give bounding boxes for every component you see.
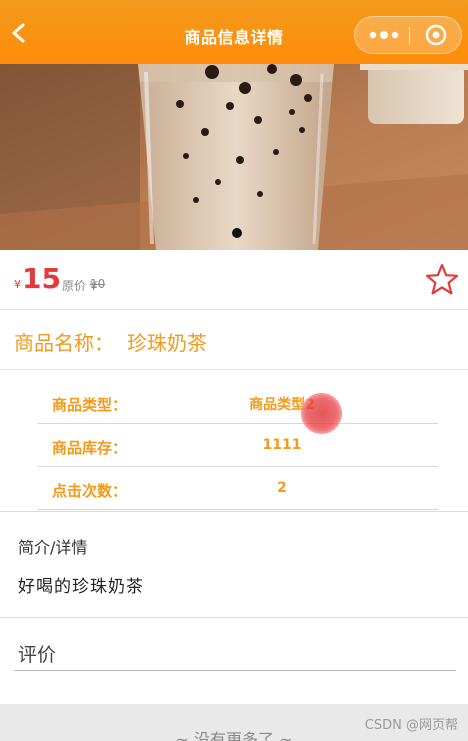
product-name-section: 商品名称： 珍珠奶茶 xyxy=(0,310,468,370)
more-dots-icon[interactable] xyxy=(369,29,399,41)
row-divider xyxy=(38,509,438,510)
info-key: 商品库存： xyxy=(52,439,128,457)
review-underline xyxy=(14,670,456,671)
description-title: 简介/详情 xyxy=(18,538,88,557)
info-row-stock: 商品库存： 1111 xyxy=(38,425,438,467)
section-divider xyxy=(0,617,468,618)
star-icon[interactable] xyxy=(424,262,460,298)
mini-program-capsule xyxy=(354,16,462,54)
original-price: 10 xyxy=(90,277,106,291)
info-value: 2 xyxy=(277,480,287,496)
nav-bar: 商品信息详情 xyxy=(0,0,468,64)
description-text: 好喝的珍珠奶茶 xyxy=(18,577,144,597)
target-icon[interactable] xyxy=(425,24,447,46)
info-value: 1111 xyxy=(262,437,302,453)
product-banner-image[interactable] xyxy=(0,64,468,250)
row-divider xyxy=(38,423,438,424)
row-divider xyxy=(38,466,438,467)
capsule-divider xyxy=(409,27,410,45)
current-price: 15 xyxy=(22,262,61,295)
product-name: 珍珠奶茶 xyxy=(127,331,207,355)
carousel-indicator[interactable] xyxy=(232,228,242,238)
info-key: 点击次数： xyxy=(52,482,128,500)
product-name-label: 商品名称： xyxy=(14,331,114,355)
review-title[interactable]: 评价 xyxy=(18,640,56,667)
info-row-clicks: 点击次数： 2 xyxy=(38,468,438,510)
section-divider xyxy=(0,511,468,512)
bubble-tea-illustration xyxy=(0,64,468,250)
info-key: 商品类型： xyxy=(52,396,128,414)
info-row-type: 商品类型： 商品类型2 xyxy=(38,382,438,424)
price-section: ¥ 15 原价 ¥ 10 xyxy=(0,250,468,310)
watermark: CSDN @网页帮 xyxy=(364,718,458,733)
currency-symbol: ¥ xyxy=(14,278,21,291)
touch-indicator xyxy=(301,393,342,434)
